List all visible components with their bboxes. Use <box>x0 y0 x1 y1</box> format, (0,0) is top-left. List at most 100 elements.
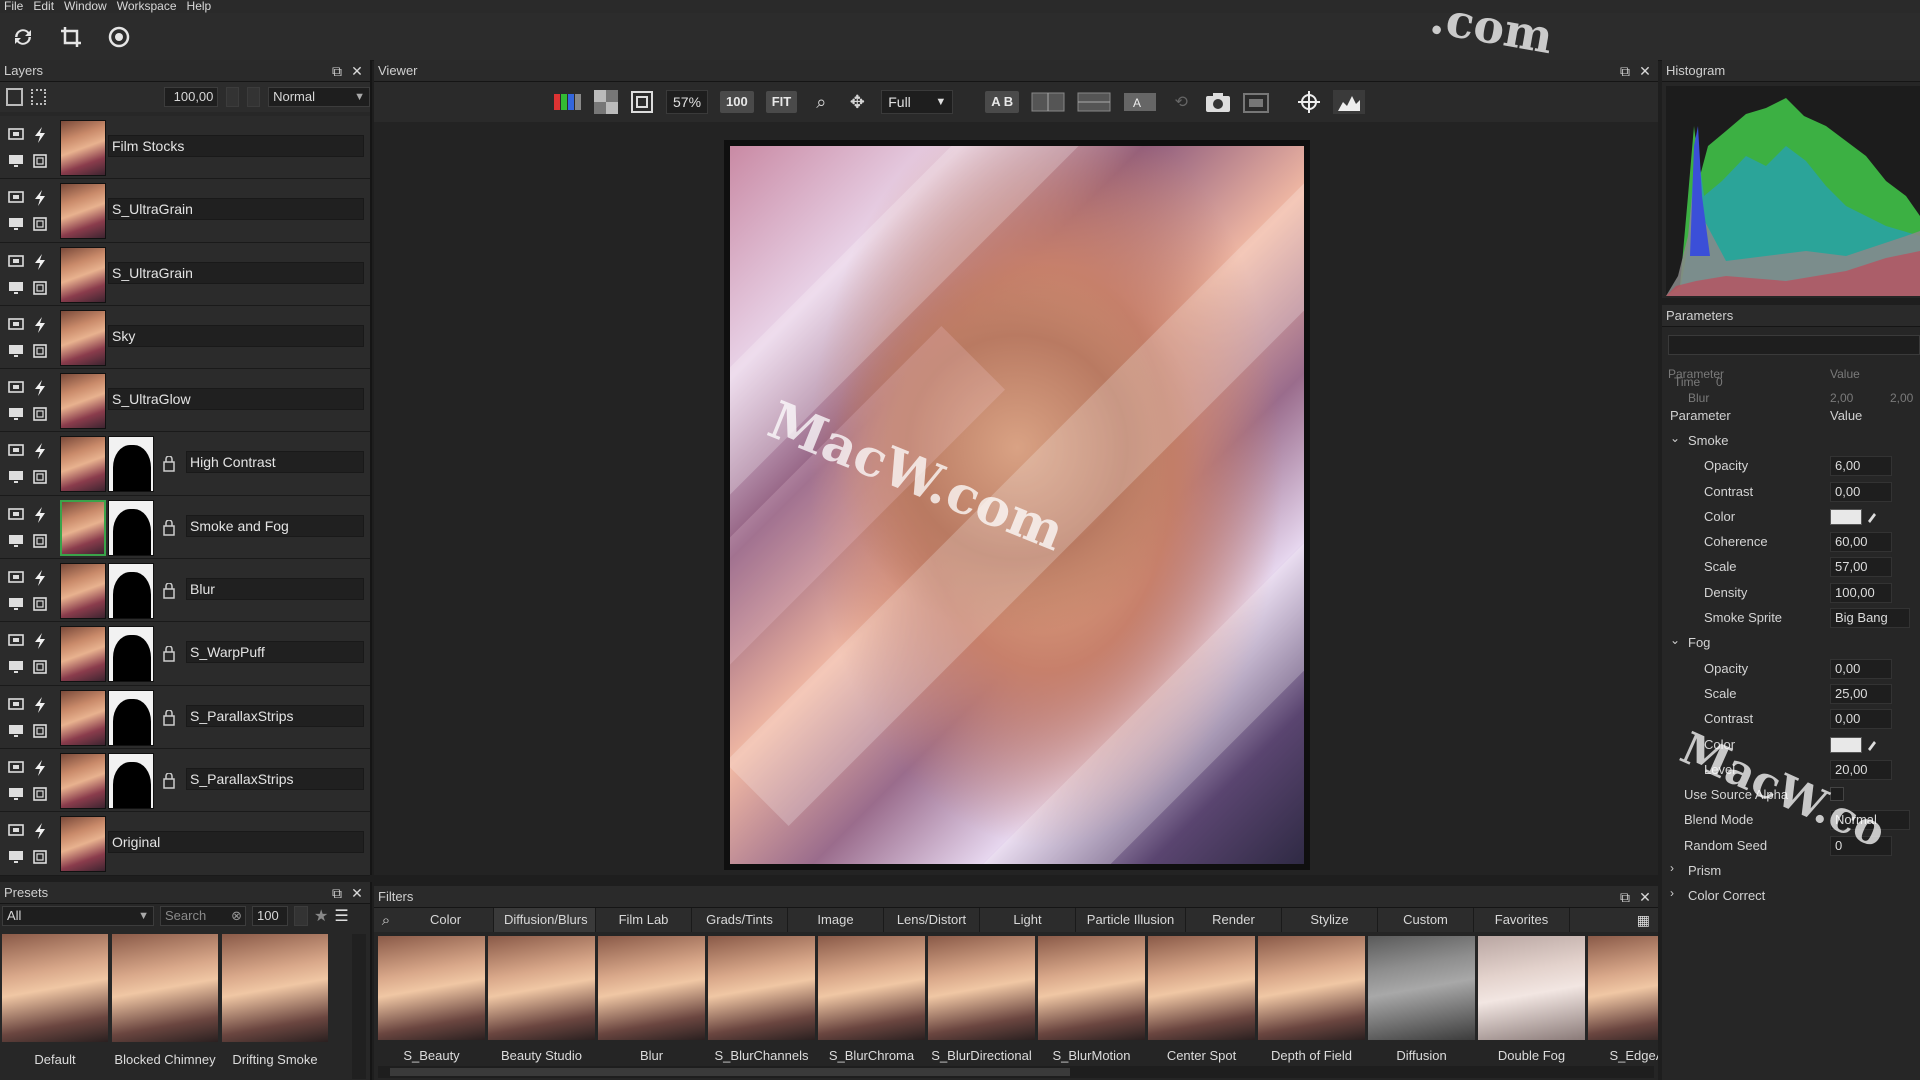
layer-row[interactable]: S_ParallaxStrips <box>0 748 370 813</box>
render-icon[interactable] <box>28 148 52 174</box>
monitor-icon[interactable] <box>4 211 28 237</box>
lightning-icon[interactable] <box>28 565 52 591</box>
layer-thumbnail[interactable] <box>60 120 106 176</box>
filter-thumbnail[interactable] <box>1148 936 1255 1040</box>
layer-thumbnail[interactable] <box>60 563 106 620</box>
menu-window[interactable]: Window <box>64 0 107 13</box>
eyedropper-icon[interactable] <box>1866 509 1878 526</box>
filter-tab[interactable]: Favorites <box>1474 908 1570 932</box>
preset-size-field[interactable]: 100 <box>252 906 288 926</box>
eye-icon[interactable] <box>4 565 28 591</box>
chevron-right-icon[interactable]: › <box>1670 886 1674 900</box>
layer-name[interactable]: S_ParallaxStrips <box>186 704 364 727</box>
viewer-canvas[interactable]: MacW.com <box>724 140 1310 870</box>
monitor-icon[interactable] <box>4 591 28 617</box>
preset-item[interactable]: Drifting Smoke <box>222 934 328 1074</box>
blend-mode-select[interactable]: Normal ▼ <box>268 87 371 107</box>
zoom-icon[interactable]: ⌕ <box>809 90 833 114</box>
layer-row[interactable]: Blur <box>0 559 370 623</box>
eye-icon[interactable] <box>4 755 28 781</box>
refresh-icon[interactable] <box>10 24 36 50</box>
layer-thumbnail[interactable] <box>60 436 106 493</box>
layer-thumbnail[interactable] <box>60 309 106 366</box>
filter-item[interactable]: Center Spot <box>1148 936 1255 1066</box>
parameter-row[interactable]: Scale 25,00 <box>1662 682 1920 707</box>
layer-thumbnail[interactable] <box>60 626 106 683</box>
filter-thumbnail[interactable] <box>1588 936 1658 1040</box>
parameter-value-field[interactable]: 57,00 <box>1830 557 1892 578</box>
fit-button[interactable]: FIT <box>765 91 798 113</box>
menu-icon[interactable]: ☰ <box>334 906 348 926</box>
layer-row[interactable]: Smoke and Fog <box>0 495 370 560</box>
parameter-value-field[interactable]: 6,00 <box>1830 456 1892 477</box>
opacity-stepper[interactable] <box>226 87 240 107</box>
layer-name[interactable]: High Contrast <box>186 451 364 474</box>
filter-thumbnail[interactable] <box>1038 936 1145 1040</box>
lightning-icon[interactable] <box>28 692 52 718</box>
eyedropper-icon[interactable] <box>1866 737 1878 754</box>
lightning-icon[interactable] <box>28 502 52 528</box>
split-horizontal-icon[interactable] <box>1077 90 1111 114</box>
color-swatch[interactable] <box>1830 736 1862 753</box>
eye-icon[interactable] <box>4 122 28 148</box>
monitor-icon[interactable] <box>4 654 28 680</box>
layer-row[interactable]: S_WarpPuff <box>0 622 370 686</box>
layer-name[interactable]: Sky <box>108 324 364 347</box>
render-icon[interactable] <box>28 591 52 617</box>
filter-thumbnail[interactable] <box>1258 936 1365 1040</box>
lock-icon[interactable] <box>162 772 176 789</box>
monitor-icon[interactable] <box>4 401 28 427</box>
layer-row[interactable]: S_ParallaxStrips <box>0 685 370 749</box>
ab-compare-button[interactable]: A B <box>985 91 1020 113</box>
layer-mask-thumbnail[interactable] <box>108 499 154 556</box>
parameter-value-field[interactable]: 25,00 <box>1830 683 1892 704</box>
monitor-icon[interactable] <box>4 781 28 807</box>
lightning-icon[interactable] <box>28 185 52 211</box>
lightning-icon[interactable] <box>28 122 52 148</box>
undock-icon[interactable]: ⧉ <box>330 886 344 900</box>
undock-icon[interactable]: ⧉ <box>1618 64 1632 78</box>
parameter-group[interactable]: › Prism <box>1662 859 1920 884</box>
chevron-down-icon[interactable]: ⌄ <box>1670 431 1680 445</box>
overlay-icon[interactable]: A <box>1123 90 1157 114</box>
filter-tab[interactable]: Stylize <box>1282 908 1378 932</box>
parameter-value-field[interactable]: 60,00 <box>1830 532 1892 553</box>
monitor-icon[interactable] <box>4 275 28 301</box>
parameter-group[interactable]: ⌄ Fog <box>1662 631 1920 656</box>
filter-item[interactable]: Diffusion <box>1368 936 1475 1066</box>
close-icon[interactable]: ✕ <box>350 64 364 78</box>
layer-row[interactable]: Film Stocks <box>0 116 370 180</box>
crop-icon[interactable] <box>58 24 84 50</box>
layer-row[interactable]: S_UltraGrain <box>0 242 370 306</box>
layer-row[interactable]: High Contrast <box>0 432 370 496</box>
layer-thumbnail[interactable] <box>60 373 106 430</box>
layer-row[interactable]: S_UltraGlow <box>0 369 370 433</box>
parameter-row[interactable]: Opacity 0,00 <box>1662 657 1920 682</box>
filter-tab[interactable]: Lens/Distort <box>884 908 980 932</box>
layer-mask-thumbnail[interactable] <box>108 689 154 746</box>
crosshair-icon[interactable] <box>1297 90 1321 114</box>
layer-row[interactable]: Sky <box>0 305 370 370</box>
parameter-value-field[interactable]: 0,00 <box>1830 709 1892 730</box>
parameter-row[interactable]: Opacity 6,00 <box>1662 454 1920 479</box>
filter-thumbnail[interactable] <box>1368 936 1475 1040</box>
parameter-group[interactable]: ⌄ Smoke <box>1662 429 1920 454</box>
render-icon[interactable] <box>28 275 52 301</box>
layer-name[interactable]: Blur <box>186 578 364 601</box>
close-icon[interactable]: ✕ <box>350 886 364 900</box>
filter-item[interactable]: S_BlurDirectional <box>928 936 1035 1066</box>
fit-frame-icon[interactable] <box>630 90 654 114</box>
eye-icon[interactable] <box>4 249 28 275</box>
rgb-channels-icon[interactable] <box>554 90 582 114</box>
eye-icon[interactable] <box>4 502 28 528</box>
undock-icon[interactable]: ⧉ <box>330 64 344 78</box>
render-icon[interactable] <box>28 528 52 554</box>
preset-thumbnail[interactable] <box>112 934 218 1042</box>
filter-thumbnail[interactable] <box>598 936 705 1040</box>
split-vertical-icon[interactable] <box>1031 90 1065 114</box>
lightning-icon[interactable] <box>28 312 52 338</box>
zoom-100-button[interactable]: 100 <box>720 91 754 113</box>
render-icon[interactable] <box>28 844 52 870</box>
layer-mask-thumbnail[interactable] <box>108 626 154 683</box>
compare-snapshot-icon[interactable] <box>1243 90 1270 114</box>
